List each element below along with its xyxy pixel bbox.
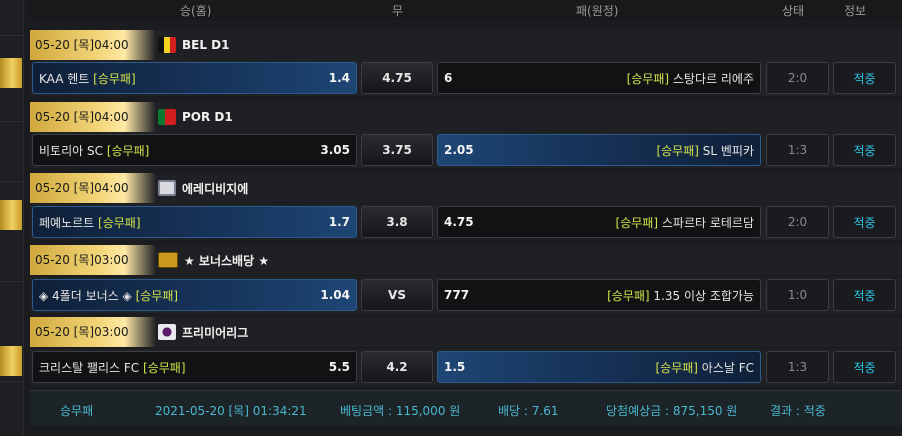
header-info: 정보 [844, 4, 867, 18]
result-button[interactable]: 적중 [833, 351, 896, 383]
left-gold-marker [0, 346, 22, 376]
belgium-flag-icon [158, 37, 176, 53]
match-row: ◈ 4폴더 보너스 ◈ [승무패] 1.04 VS 777 [승무패] 1.35… [30, 277, 902, 313]
draw-odds-button[interactable]: 4.2 [361, 351, 433, 383]
away-odds: 4.75 [444, 215, 474, 229]
match-row: 크리스탈 팰리스 FC [승무패] 5.5 4.2 1.5 [승무패] 아스날 … [30, 349, 902, 385]
match-datetime: 05-20 [목]03:00 [30, 317, 156, 347]
league-label: POR D1 [158, 109, 233, 125]
away-odds-button[interactable]: 6 [승무패] 스탕다르 리에주 [437, 62, 761, 94]
match-row: 비토리아 SC [승무패] 3.05 3.75 2.05 [승무패] SL 벤피… [30, 132, 902, 168]
league-label: 프리미어리그 [158, 324, 248, 340]
league-label: BEL D1 [158, 37, 229, 53]
match-date-bar: 05-20 [목]04:00 BEL D1 [30, 30, 902, 60]
match-datetime: 05-20 [목]04:00 [30, 30, 156, 60]
away-odds: 6 [444, 71, 453, 85]
away-odds-button[interactable]: 777 [승무패] 1.35 이상 조합가능 [437, 279, 761, 311]
bet-amount: 베팅금액 : 115,000 원 [340, 404, 461, 418]
match-date-bar: 05-20 [목]03:00 ★ 보너스배당 ★ [30, 245, 902, 275]
match-date-bar: 05-20 [목]03:00 프리미어리그 [30, 317, 902, 347]
draw-odds-button[interactable]: VS [361, 279, 433, 311]
league-label: ★ 보너스배당 ★ [158, 252, 269, 268]
column-header: 승(홈) 무 패(원정) 상태 정보 [30, 0, 902, 20]
home-odds-button[interactable]: 비토리아 SC [승무패] 3.05 [32, 134, 357, 166]
home-odds: 3.05 [320, 143, 350, 157]
home-odds-button[interactable]: 크리스탈 팰리스 FC [승무패] 5.5 [32, 351, 357, 383]
left-gold-marker [0, 200, 22, 230]
header-away: 패(원정) [576, 4, 619, 18]
home-odds-button[interactable]: KAA 헨트 [승무패] 1.4 [32, 62, 357, 94]
match-score: 1:3 [766, 134, 829, 166]
match-date-bar: 05-20 [목]04:00 에레디비지에 [30, 173, 902, 203]
header-status: 상태 [782, 4, 805, 18]
draw-odds-button[interactable]: 3.8 [361, 206, 433, 238]
league-label: 에레디비지에 [158, 180, 248, 196]
result-button[interactable]: 적중 [833, 206, 896, 238]
home-odds: 1.04 [320, 288, 350, 302]
expected-payout: 당첨예상금 : 875,150 원 [606, 404, 738, 418]
away-odds: 1.5 [444, 360, 466, 374]
away-odds-button[interactable]: 4.75 [승무패] 스파르타 로테르담 [437, 206, 761, 238]
home-odds-button[interactable]: 페예노르트 [승무패] 1.7 [32, 206, 357, 238]
draw-odds-button[interactable]: 3.75 [361, 134, 433, 166]
match-score: 1:3 [766, 351, 829, 383]
bet-datetime: 2021-05-20 [목] 01:34:21 [155, 404, 307, 418]
match-datetime: 05-20 [목]04:00 [30, 102, 156, 132]
result-button[interactable]: 적중 [833, 279, 896, 311]
bet-type: 승무패 [60, 404, 94, 418]
premier-league-logo-icon [158, 324, 176, 340]
away-odds-button[interactable]: 1.5 [승무패] 아스날 FC [437, 351, 761, 383]
match-score: 2:0 [766, 206, 829, 238]
bonus-icon [158, 252, 178, 268]
away-odds: 2.05 [444, 143, 474, 157]
draw-odds-button[interactable]: 4.75 [361, 62, 433, 94]
home-odds-button[interactable]: ◈ 4폴더 보너스 ◈ [승무패] 1.04 [32, 279, 357, 311]
bet-slip-detail: 승(홈) 무 패(원정) 상태 정보 05-20 [목]04:00 BEL D1… [30, 0, 902, 436]
eredivisie-logo-icon [158, 180, 176, 196]
match-score: 2:0 [766, 62, 829, 94]
home-odds: 1.7 [328, 215, 350, 229]
match-datetime: 05-20 [목]03:00 [30, 245, 156, 275]
match-row: 페예노르트 [승무패] 1.7 3.8 4.75 [승무패] 스파르타 로테르담… [30, 204, 902, 240]
result-button[interactable]: 적중 [833, 62, 896, 94]
match-date-bar: 05-20 [목]04:00 POR D1 [30, 102, 902, 132]
bet-summary-footer: 승무패 2021-05-20 [목] 01:34:21 베팅금액 : 115,0… [30, 390, 902, 426]
header-home: 승(홈) [180, 4, 212, 18]
bet-result: 결과 : 적중 [770, 404, 826, 418]
match-datetime: 05-20 [목]04:00 [30, 173, 156, 203]
match-row: KAA 헨트 [승무패] 1.4 4.75 6 [승무패] 스탕다르 리에주 2… [30, 60, 902, 96]
left-sidebar-strip [0, 0, 24, 436]
bet-odds: 배당 : 7.61 [498, 404, 559, 418]
away-odds-button[interactable]: 2.05 [승무패] SL 벤피카 [437, 134, 761, 166]
home-odds: 1.4 [328, 71, 350, 85]
result-button[interactable]: 적중 [833, 134, 896, 166]
away-odds: 777 [444, 288, 470, 302]
header-draw: 무 [392, 4, 404, 18]
home-odds: 5.5 [328, 360, 350, 374]
match-score: 1:0 [766, 279, 829, 311]
portugal-flag-icon [158, 109, 176, 125]
left-gold-marker [0, 58, 22, 88]
